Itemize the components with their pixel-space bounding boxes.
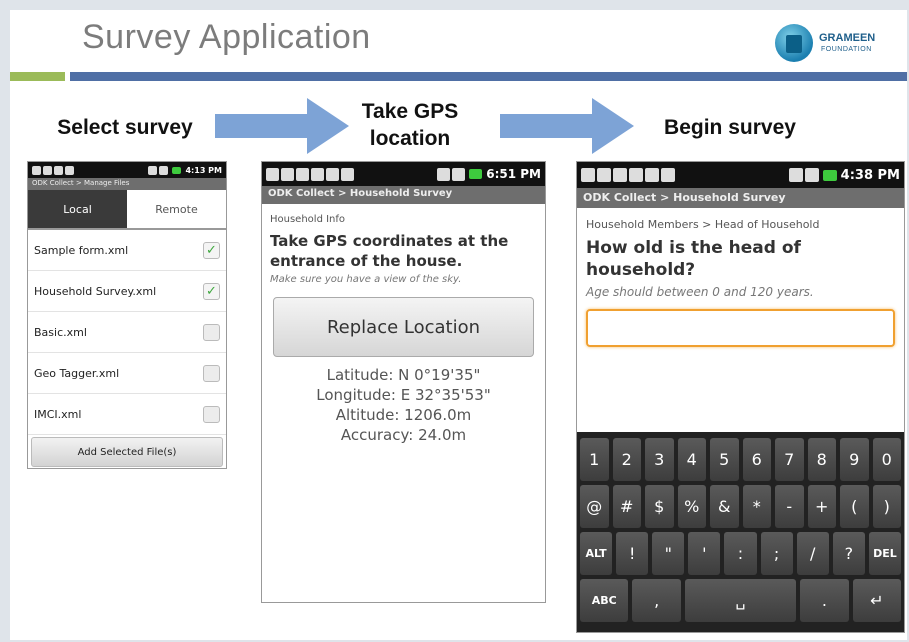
list-item[interactable]: Basic.xml [28,312,226,353]
notification-icons [266,167,354,181]
status-time: 4:13 PM [185,165,222,175]
file-name: Sample form.xml [34,243,129,257]
key-dollar[interactable]: $ [645,485,674,528]
latitude: Latitude: N 0°19'35" [326,366,481,384]
checkbox[interactable]: ✓ [203,282,220,300]
key-abc[interactable]: ABC [580,579,629,622]
title-bar: ODK Collect > Household Survey [577,188,904,208]
phone-gps: 6:51 PM ODK Collect > Household Survey H… [261,161,546,603]
key-apostrophe[interactable]: ' [688,532,721,575]
delete-icon[interactable]: DEL [868,532,901,575]
key-3[interactable]: 3 [645,438,674,481]
step-begin-survey: Begin survey [664,116,796,139]
key-2[interactable]: 2 [612,438,641,481]
tab-remote[interactable]: Remote [127,190,226,228]
list-item[interactable]: Sample form.xml ✓ [28,230,226,271]
key-exclamation[interactable]: ! [616,532,649,575]
list-item[interactable]: Geo Tagger.xml [28,353,226,394]
file-name: Household Survey.xml [34,284,157,298]
battery-icon [172,166,182,174]
key-paren-open[interactable]: ( [840,485,869,528]
question-text: How old is the head of household? [586,238,801,280]
key-7[interactable]: 7 [775,438,804,481]
key-at[interactable]: @ [580,485,609,528]
key-hash[interactable]: # [612,485,641,528]
arrow-right-icon [215,98,349,154]
slide: Survey Application GRAMEEN FOUNDATION Se… [10,10,907,640]
key-period[interactable]: . [800,579,849,622]
battery-icon [822,169,837,181]
arrow-right-icon [500,98,634,154]
hint-text: Age should between 0 and 120 years. [586,285,814,299]
checkbox[interactable] [203,323,220,341]
status-time: 6:51 PM [486,167,541,181]
title-bar: ODK Collect > Manage Files [28,178,226,190]
key-comma[interactable]: , [632,579,681,622]
hint-text: Make sure you have a view of the sky. [270,274,462,285]
age-input[interactable] [586,309,895,347]
key-percent[interactable]: % [677,485,706,528]
logo-sub: FOUNDATION [821,46,872,53]
file-name: IMCI.xml [34,407,82,421]
accuracy: Accuracy: 24.0m [340,426,467,444]
status-bar: 6:51 PM [262,162,545,186]
list-item[interactable]: Household Survey.xml ✓ [28,271,226,312]
checkbox[interactable] [203,405,220,423]
key-ampersand[interactable]: & [710,485,739,528]
globe-icon [775,24,813,62]
key-quote[interactable]: " [652,532,685,575]
key-1[interactable]: 1 [580,438,609,481]
key-paren-close[interactable]: ) [872,485,901,528]
section-label: Household Members > Head of Household [586,218,820,231]
key-asterisk[interactable]: * [742,485,771,528]
altitude: Altitude: 1206.0m [335,406,472,424]
status-bar: 4:38 PM [577,162,904,188]
file-name: Basic.xml [34,325,87,339]
key-question[interactable]: ? [832,532,865,575]
space-icon[interactable]: ␣ [684,579,797,622]
status-time: 4:38 PM [840,167,900,183]
slide-title: Survey Application [82,18,371,56]
numeric-keyboard: 1 2 3 4 5 6 7 8 9 0 @ # $ % & * - + () … [577,432,904,632]
notification-icons [32,165,74,175]
key-plus[interactable]: + [807,485,836,528]
file-name: Geo Tagger.xml [34,366,120,380]
key-0[interactable]: 0 [872,438,901,481]
blue-rule [70,72,907,81]
key-colon[interactable]: : [724,532,757,575]
phone-survey: 4:38 PM ODK Collect > Household Survey H… [576,161,905,633]
file-list: Sample form.xml ✓ Household Survey.xml ✓ B… [28,228,226,435]
key-9[interactable]: 9 [840,438,869,481]
grameen-logo: GRAMEEN FOUNDATION [775,22,900,62]
key-slash[interactable]: / [796,532,829,575]
battery-icon [469,169,483,179]
key-8[interactable]: 8 [807,438,836,481]
key-minus[interactable]: - [775,485,804,528]
question-text: Take GPS coordinates at the entrance of … [270,232,509,270]
list-item[interactable]: IMCI.xml [28,394,226,435]
title-bar: ODK Collect > Household Survey [262,186,545,204]
key-5[interactable]: 5 [710,438,739,481]
gps-readout: Latitude: N 0°19'35" Longitude: E 32°35'… [262,357,545,445]
checkbox[interactable] [203,364,220,382]
enter-icon[interactable]: ↵ [852,579,901,622]
tab-local[interactable]: Local [28,190,127,228]
phone-manage-files: 4:13 PM ODK Collect > Manage Files Local… [27,161,227,469]
step-select-survey: Select survey [57,116,193,139]
key-alt[interactable]: ALT [580,532,613,575]
replace-location-button[interactable]: Replace Location [273,297,534,357]
add-selected-files-button[interactable]: Add Selected File(s) [31,437,223,467]
checkbox[interactable]: ✓ [203,241,220,259]
step-take-gps: Take GPS location [361,100,459,150]
key-semicolon[interactable]: ; [760,532,793,575]
notification-icons [581,168,675,182]
status-bar: 4:13 PM [28,162,226,178]
green-rule [10,72,65,81]
logo-name: GRAMEEN [819,32,876,44]
key-6[interactable]: 6 [742,438,771,481]
longitude: Longitude: E 32°35'53" [316,386,491,404]
key-4[interactable]: 4 [677,438,706,481]
section-label: Household Info [270,214,346,225]
